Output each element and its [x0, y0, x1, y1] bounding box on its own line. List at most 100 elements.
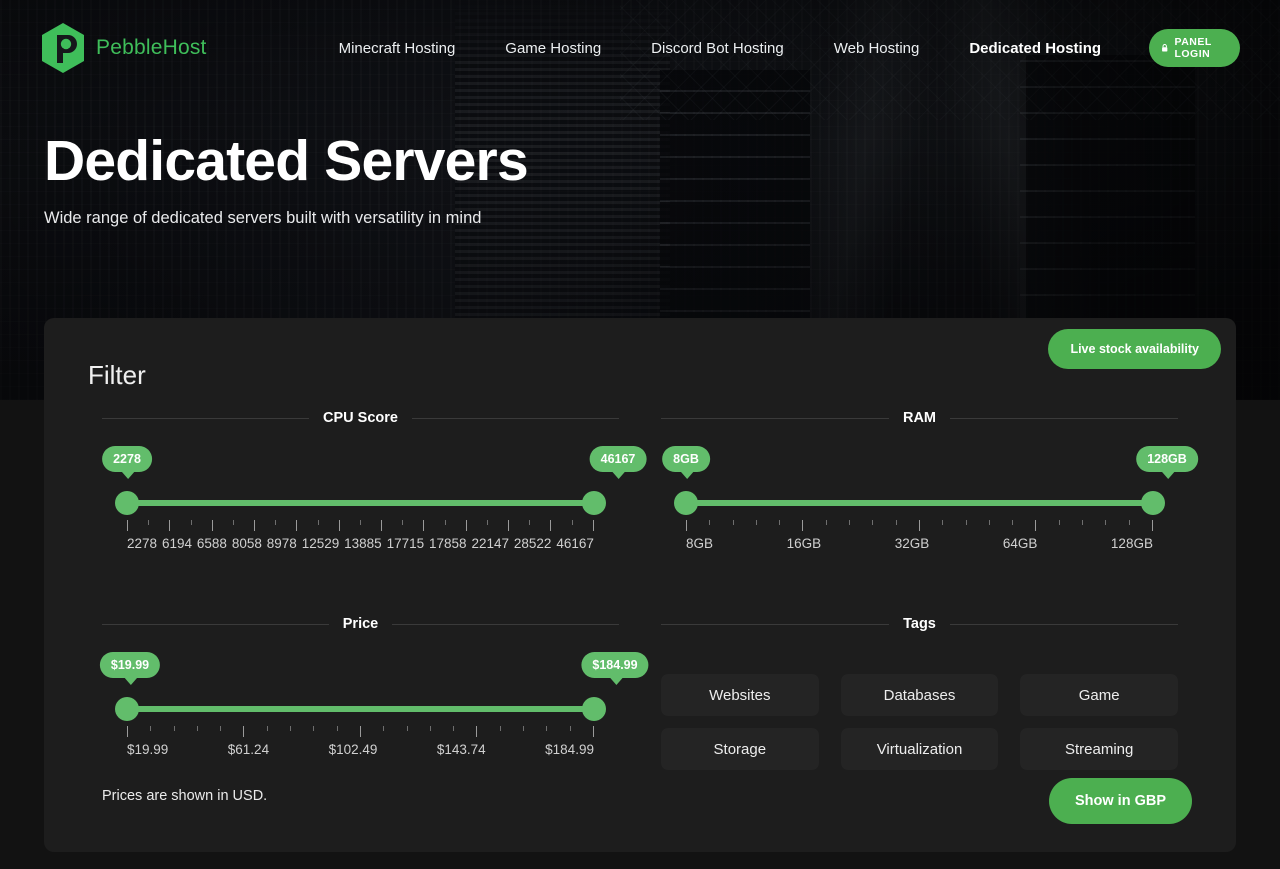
tick-label: 6194: [161, 536, 192, 551]
cpu-score-slider[interactable]: 2278 46167 2278 6194 6588 8058 8978 12529 1388…: [100, 446, 647, 588]
filter-panel: Live stock availability Filter CPU Score…: [44, 318, 1236, 852]
tags-legend: Tags: [659, 616, 1180, 632]
tick-minor: [942, 520, 944, 525]
tick-label: 8978: [266, 536, 297, 551]
tick-major: [550, 520, 552, 531]
nav-link-game-hosting[interactable]: Game Hosting: [505, 40, 601, 57]
tick-minor: [1058, 520, 1060, 525]
nav-link-minecraft-hosting[interactable]: Minecraft Hosting: [339, 40, 456, 57]
tick-label: 6588: [196, 536, 227, 551]
tick-minor: [150, 726, 152, 731]
tick-label: 17715: [386, 536, 425, 551]
tick-minor: [317, 520, 319, 525]
filter-grid: CPU Score 2278 46167 2278 6194 6588 8058 897…: [88, 410, 1198, 794]
nav-link-discord-bot-hosting[interactable]: Discord Bot Hosting: [651, 40, 784, 57]
tick-minor: [232, 520, 234, 525]
page-subtitle: Wide range of dedicated servers built wi…: [44, 208, 482, 227]
tick-minor: [336, 726, 338, 731]
ram-slider-handle-max[interactable]: [1141, 491, 1165, 515]
panel-login-button[interactable]: PANEL LOGIN: [1149, 29, 1240, 67]
tick-minor: [266, 726, 268, 731]
tick-major: [359, 726, 361, 737]
nav-link-web-hosting[interactable]: Web Hosting: [834, 40, 920, 57]
ram-legend: RAM: [659, 410, 1180, 426]
tag-databases[interactable]: Databases: [840, 674, 999, 716]
tick-minor: [849, 520, 851, 525]
page-title: Dedicated Servers: [44, 129, 529, 193]
tick-major: [918, 520, 920, 531]
tick-minor: [406, 726, 408, 731]
ram-slider-handle-min[interactable]: [674, 491, 698, 515]
brand-logo[interactable]: PebbleHost: [40, 22, 207, 74]
tick-label: 8GB: [686, 536, 714, 551]
tick-label: 32GB: [894, 536, 930, 551]
lock-icon: [1162, 44, 1168, 52]
tick-major: [243, 726, 245, 737]
tick-label: 22147: [471, 536, 509, 551]
tick-minor: [1128, 520, 1130, 525]
cpu-slider-handle-max[interactable]: [582, 491, 606, 515]
tick-minor: [429, 726, 431, 731]
tick-minor: [359, 520, 361, 525]
tick-minor: [1105, 520, 1107, 525]
tag-game[interactable]: Game: [1020, 674, 1178, 716]
price-slider-handle-min[interactable]: [115, 697, 139, 721]
nav-link-dedicated-hosting[interactable]: Dedicated Hosting: [969, 40, 1101, 57]
tick-minor: [895, 520, 897, 525]
tag-websites[interactable]: Websites: [661, 674, 819, 716]
tick-minor: [872, 520, 874, 525]
tick-minor: [313, 726, 315, 731]
ram-slider[interactable]: 8GB 128GB 8GB 16GB 32GB 64GB 128GB: [659, 446, 1198, 588]
tick-label: 12529: [301, 536, 340, 551]
ram-slider-ticks: [686, 520, 1153, 531]
tick-minor: [275, 520, 277, 525]
tick-minor: [529, 520, 531, 525]
cpu-slider-ticks: [127, 520, 594, 531]
tick-label: 46167: [556, 536, 594, 551]
cpu-slider-fill: [127, 500, 594, 506]
tick-major: [338, 520, 340, 531]
show-in-gbp-button[interactable]: Show in GBP: [1048, 778, 1192, 824]
cpu-slider-value-max: 46167: [589, 446, 647, 479]
tick-minor: [965, 520, 967, 525]
tick-minor: [173, 726, 175, 731]
panel-login-label: PANEL LOGIN: [1174, 36, 1212, 60]
tick-major: [1035, 520, 1037, 531]
tick-major: [211, 520, 213, 531]
price-slider-value-max: $184.99: [581, 652, 649, 685]
tick-major: [423, 520, 425, 531]
tick-major: [1151, 520, 1153, 531]
tick-major: [127, 520, 128, 531]
cpu-slider-handle-min[interactable]: [115, 491, 139, 515]
tick-minor: [569, 726, 571, 731]
tick-minor: [196, 726, 198, 731]
tick-major: [169, 520, 171, 531]
tick-minor: [523, 726, 525, 731]
tick-minor: [402, 520, 404, 525]
price-slider-handle-max[interactable]: [582, 697, 606, 721]
filter-panel-footer: Prices are shown in USD. Show in GBP: [44, 752, 1236, 852]
hero-text-block: Dedicated Servers Wide range of dedicate…: [44, 129, 529, 228]
tick-minor: [1082, 520, 1084, 525]
cpu-score-legend: CPU Score: [100, 410, 621, 426]
tick-major: [686, 520, 687, 531]
tick-minor: [709, 520, 711, 525]
tick-label: 17858: [429, 536, 467, 551]
pebble-hexagon-logo-icon: [42, 23, 84, 73]
tick-label: 13885: [344, 536, 382, 551]
cpu-slider-value-min: 2278: [102, 446, 152, 479]
tick-label: 16GB: [786, 536, 822, 551]
tick-major: [592, 520, 594, 531]
ram-slider-fill: [686, 500, 1153, 506]
live-stock-availability-button[interactable]: Live stock availability: [1048, 329, 1221, 369]
tick-minor: [499, 726, 501, 731]
tick-minor: [779, 520, 781, 525]
tick-major: [127, 726, 128, 737]
tick-minor: [755, 520, 757, 525]
tick-minor: [383, 726, 385, 731]
ram-slider-value-max: 128GB: [1136, 446, 1198, 479]
tick-minor: [571, 520, 573, 525]
brand-name: PebbleHost: [96, 36, 207, 59]
tick-label: 64GB: [1002, 536, 1038, 551]
tick-minor: [220, 726, 222, 731]
